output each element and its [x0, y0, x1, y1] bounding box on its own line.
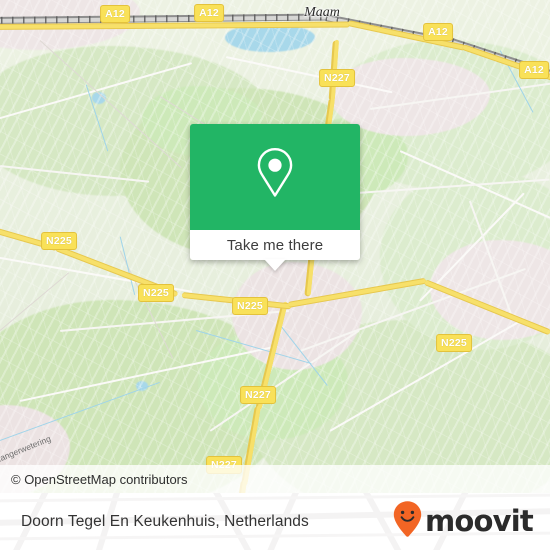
- popup-pointer: [264, 259, 286, 271]
- footer-bar: Doorn Tegel En Keukenhuis, Netherlands m…: [0, 493, 550, 550]
- popup-icon-panel: [190, 124, 360, 230]
- road-shield-n225[interactable]: N225: [232, 297, 268, 315]
- popup-action-bar[interactable]: Take me there: [190, 230, 360, 271]
- road-shield-n225[interactable]: N225: [138, 284, 174, 302]
- road-shield-n227[interactable]: N227: [319, 69, 355, 87]
- moovit-brand[interactable]: moovit: [392, 500, 550, 543]
- road-shield-a12[interactable]: A12: [423, 23, 453, 41]
- take-me-there-label: Take me there: [226, 236, 324, 254]
- road-shield-a12[interactable]: A12: [194, 4, 224, 22]
- road-shield-a12[interactable]: A12: [519, 61, 549, 79]
- map-viewport[interactable]: Langerwetering Maam A12 A12 A12 A12 N227…: [0, 0, 550, 493]
- road-shield-n225[interactable]: N225: [436, 334, 472, 352]
- road-shield-n227[interactable]: N227: [240, 386, 276, 404]
- location-popup-card[interactable]: Take me there: [190, 124, 360, 271]
- map-attribution-bar: © OpenStreetMap contributors: [0, 465, 550, 493]
- moovit-wordmark: moovit: [425, 504, 534, 538]
- moovit-map-screenshot: Langerwetering Maam A12 A12 A12 A12 N227…: [0, 0, 550, 550]
- place-label-maam: Maam: [304, 5, 340, 20]
- page-title: Doorn Tegel En Keukenhuis, Netherlands: [21, 512, 309, 530]
- moovit-pin-smiley-icon: [392, 500, 423, 543]
- map-pin-icon: [252, 145, 298, 210]
- osm-attribution-text[interactable]: © OpenStreetMap contributors: [0, 472, 188, 487]
- road-shield-n225[interactable]: N225: [41, 232, 77, 250]
- road-shield-a12[interactable]: A12: [100, 5, 130, 23]
